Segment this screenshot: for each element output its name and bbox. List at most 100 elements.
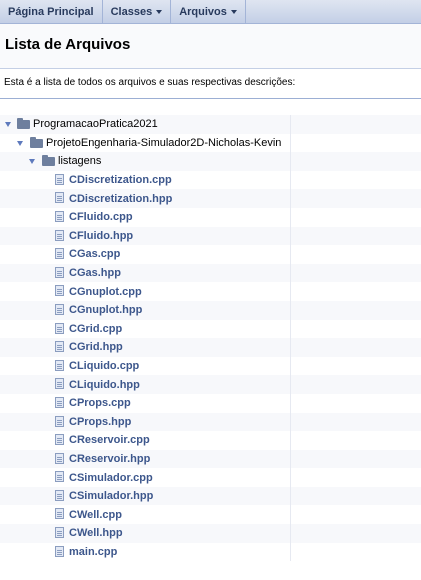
column-separator — [290, 338, 291, 357]
file-link[interactable]: CGas.hpp — [69, 267, 121, 279]
file-row: CReservoir.hpp — [0, 449, 421, 469]
tree-root-label: ProgramacaoPratica2021 — [33, 118, 158, 131]
nav-files-label: Arquivos — [179, 5, 227, 18]
file-icon — [55, 210, 64, 222]
column-separator — [290, 486, 291, 506]
column-separator — [290, 505, 291, 525]
file-link[interactable]: CLiquido.cpp — [69, 360, 139, 372]
file-icon — [55, 266, 64, 278]
column-separator — [290, 189, 291, 208]
file-link[interactable]: CWell.cpp — [69, 509, 122, 521]
file-row: CWell.hpp — [0, 524, 421, 543]
file-icon — [55, 396, 64, 408]
column-separator — [290, 170, 291, 190]
file-link[interactable]: CProps.cpp — [69, 397, 131, 409]
file-link[interactable]: CGnuplot.cpp — [69, 286, 142, 298]
file-icon — [55, 378, 64, 390]
file-icon — [55, 359, 64, 371]
file-icon — [55, 285, 64, 297]
collapse-toggle-icon[interactable] — [29, 159, 35, 165]
file-icon — [55, 434, 64, 446]
file-row: CLiquido.cpp — [0, 356, 421, 376]
folder-icon — [17, 118, 30, 129]
file-row: CProps.hpp — [0, 412, 421, 432]
file-icon — [55, 303, 64, 315]
column-separator — [290, 226, 291, 246]
column-separator — [290, 449, 291, 469]
file-link[interactable]: CGrid.cpp — [69, 323, 122, 335]
column-separator — [290, 207, 291, 227]
collapse-toggle-icon[interactable] — [17, 140, 23, 146]
nav-main-page[interactable]: Página Principal — [0, 0, 103, 23]
file-link[interactable]: CGnuplot.hpp — [69, 304, 142, 316]
file-row: CReservoir.cpp — [0, 431, 421, 450]
divider — [0, 98, 421, 99]
column-separator — [290, 263, 291, 283]
file-link[interactable]: main.cpp — [69, 546, 117, 558]
column-separator — [290, 300, 291, 320]
file-icon — [55, 452, 64, 464]
nav-files-menu[interactable]: Arquivos — [171, 0, 246, 23]
file-row: CGnuplot.cpp — [0, 282, 421, 301]
file-icon — [55, 173, 64, 185]
file-icon — [55, 229, 64, 241]
file-row: CSimulador.cpp — [0, 468, 421, 487]
file-link[interactable]: CProps.hpp — [69, 416, 131, 428]
file-icon — [55, 471, 64, 483]
file-link[interactable]: CSimulador.hpp — [69, 490, 153, 502]
nav-classes-label: Classes — [110, 5, 153, 18]
nav-classes-menu[interactable]: Classes — [103, 0, 172, 23]
folder-icon — [30, 136, 43, 148]
file-icon — [55, 322, 64, 334]
column-separator — [290, 152, 291, 171]
column-separator — [290, 356, 291, 376]
file-icon — [55, 508, 64, 520]
file-row: CSimulador.hpp — [0, 486, 421, 506]
file-link[interactable]: CGrid.hpp — [69, 341, 123, 353]
tree-folder-label: listagens — [58, 155, 102, 168]
collapse-toggle-icon[interactable] — [5, 122, 11, 127]
file-link[interactable]: CReservoir.hpp — [69, 453, 150, 465]
file-icon — [55, 248, 64, 260]
column-separator — [290, 245, 291, 264]
column-separator — [290, 431, 291, 450]
file-row: CGrid.cpp — [0, 319, 421, 339]
file-link[interactable]: CGas.cpp — [69, 248, 120, 260]
file-icon — [55, 415, 64, 427]
file-row: CLiquido.hpp — [0, 375, 421, 394]
file-link[interactable]: CReservoir.cpp — [69, 434, 150, 446]
intro-text: Esta é a lista de todos os arquivos e su… — [4, 77, 296, 88]
file-link[interactable]: CDiscretization.hpp — [69, 193, 172, 205]
tree-row-folder: listagens — [0, 152, 421, 171]
column-separator — [290, 282, 291, 301]
column-separator — [290, 542, 291, 562]
tree-row-project: ProjetoEngenharia-Simulador2D-Nicholas-K… — [0, 133, 421, 153]
column-separator — [290, 319, 291, 339]
column-separator — [290, 468, 291, 487]
file-row: CWell.cpp — [0, 505, 421, 525]
file-row: CGrid.hpp — [0, 338, 421, 357]
column-separator — [290, 412, 291, 432]
chevron-down-icon — [230, 10, 237, 14]
file-link[interactable]: CFluido.cpp — [69, 211, 133, 223]
file-icon — [55, 545, 64, 557]
file-icon — [55, 489, 64, 501]
top-navbar: Página Principal Classes Arquivos — [0, 0, 421, 24]
column-separator — [290, 524, 291, 543]
tree-project-label: ProjetoEngenharia-Simulador2D-Nicholas-K… — [46, 136, 282, 149]
file-row: CDiscretization.cpp — [0, 170, 421, 190]
file-row: CGnuplot.hpp — [0, 300, 421, 320]
column-separator — [290, 133, 291, 153]
column-separator — [290, 393, 291, 413]
file-row: CDiscretization.hpp — [0, 189, 421, 208]
file-row: CGas.hpp — [0, 263, 421, 283]
file-link[interactable]: CWell.hpp — [69, 527, 123, 539]
file-row: CFluido.hpp — [0, 226, 421, 246]
file-link[interactable]: CFluido.hpp — [69, 230, 133, 242]
file-icon — [55, 341, 64, 353]
file-link[interactable]: CSimulador.cpp — [69, 472, 153, 484]
file-link[interactable]: CDiscretization.cpp — [69, 174, 172, 186]
file-link[interactable]: CLiquido.hpp — [69, 379, 140, 391]
folder-icon — [42, 155, 55, 167]
file-icon — [55, 192, 64, 204]
